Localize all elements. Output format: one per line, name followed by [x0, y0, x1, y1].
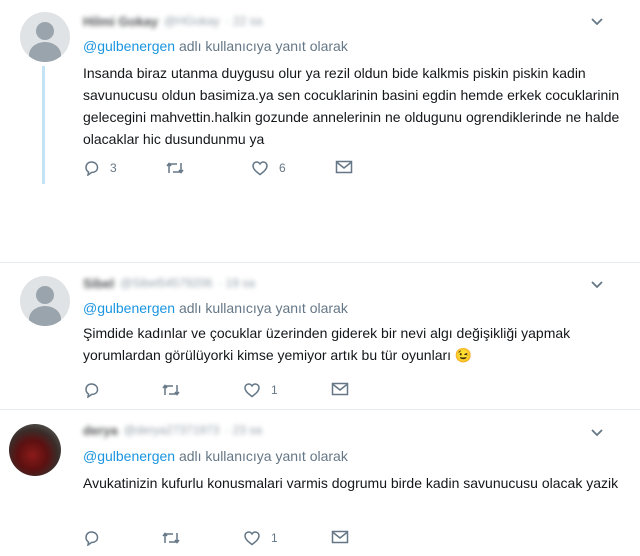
- tweet-header: Sibel @Sibel54579206 · 19 sa: [83, 274, 255, 292]
- user-handle[interactable]: @Sibel54579206: [120, 276, 212, 290]
- reply-button[interactable]: 3: [83, 160, 117, 176]
- like-button[interactable]: 6: [251, 160, 286, 176]
- reply-context-text: adlı kullanıcıya yanıt olarak: [175, 38, 348, 54]
- display-name[interactable]: Sibel: [83, 276, 114, 291]
- chevron-down-icon[interactable]: [590, 280, 604, 290]
- user-handle[interactable]: @HGokay: [164, 14, 220, 28]
- avatar[interactable]: [20, 276, 70, 326]
- reply-count: 3: [110, 161, 117, 175]
- avatar[interactable]: [20, 12, 70, 62]
- retweet-icon: [162, 384, 180, 396]
- timestamp[interactable]: · 19 sa: [218, 276, 255, 290]
- reply-context: @gulbenergen adlı kullanıcıya yanıt olar…: [83, 300, 348, 316]
- envelope-icon: [331, 382, 349, 396]
- reply-bubble-icon: [85, 383, 99, 398]
- direct-message-button[interactable]: [335, 160, 353, 174]
- tweet-1[interactable]: Hilmi Gokay @HGokay · 22 sa @gulbenergen…: [0, 0, 640, 240]
- tweet-header: derya @derya27371973 · 23 sa: [83, 421, 262, 439]
- tweet-text: Avukatinizin kufurlu konusmalari varmis …: [83, 475, 619, 491]
- retweet-button[interactable]: [165, 160, 195, 176]
- display-name[interactable]: derya: [83, 423, 118, 438]
- timestamp[interactable]: · 23 sa: [225, 423, 262, 437]
- reply-context-text: adlı kullanıcıya yanıt olarak: [175, 300, 348, 316]
- heart-icon: [244, 383, 260, 398]
- tweet-actions: 1: [83, 530, 363, 550]
- timestamp[interactable]: · 22 sa: [226, 14, 263, 28]
- tweet-actions: 1: [83, 382, 363, 402]
- like-count: 1: [271, 531, 278, 545]
- like-button[interactable]: 1: [243, 530, 278, 546]
- reply-button[interactable]: [83, 530, 110, 546]
- like-button[interactable]: 1: [243, 382, 278, 398]
- thread-line: [42, 66, 45, 184]
- mention-link[interactable]: @gulbenergen: [83, 38, 175, 54]
- mention-link[interactable]: @gulbenergen: [83, 300, 175, 316]
- direct-message-button[interactable]: [331, 382, 349, 396]
- retweet-icon: [162, 532, 180, 544]
- tweet-text: Şimdide kadınlar ve çocuklar üzerinden g…: [83, 325, 571, 363]
- tweet-header: Hilmi Gokay @HGokay · 22 sa: [83, 12, 262, 30]
- reply-button[interactable]: [83, 382, 110, 398]
- retweet-icon: [166, 162, 184, 174]
- envelope-icon: [331, 530, 349, 544]
- tweet-text: Insanda biraz utanma duygusu olur ya rez…: [83, 65, 620, 147]
- reply-bubble-icon: [85, 531, 99, 546]
- reply-context-text: adlı kullanıcıya yanıt olarak: [175, 448, 348, 464]
- heart-icon: [244, 531, 260, 546]
- direct-message-button[interactable]: [331, 530, 349, 544]
- tweet-actions: 3 6: [83, 160, 363, 180]
- display-name[interactable]: Hilmi Gokay: [83, 14, 158, 29]
- mention-link[interactable]: @gulbenergen: [83, 448, 175, 464]
- reply-context: @gulbenergen adlı kullanıcıya yanıt olar…: [83, 448, 348, 464]
- envelope-icon: [335, 160, 353, 174]
- chevron-down-icon[interactable]: [590, 17, 604, 27]
- tweet-3[interactable]: derya @derya27371973 · 23 sa @gulbenerge…: [0, 410, 640, 556]
- chevron-down-icon[interactable]: [590, 428, 604, 438]
- avatar[interactable]: [9, 424, 61, 476]
- retweet-button[interactable]: [161, 382, 191, 398]
- like-count: 6: [279, 161, 286, 175]
- user-handle[interactable]: @derya27371973: [124, 423, 220, 437]
- heart-icon: [252, 161, 268, 176]
- retweet-button[interactable]: [161, 530, 191, 546]
- reply-context: @gulbenergen adlı kullanıcıya yanıt olar…: [83, 38, 348, 54]
- reply-bubble-icon: [85, 161, 99, 176]
- like-count: 1: [271, 383, 278, 397]
- tweet-2[interactable]: Sibel @Sibel54579206 · 19 sa @gulbenerge…: [0, 263, 640, 408]
